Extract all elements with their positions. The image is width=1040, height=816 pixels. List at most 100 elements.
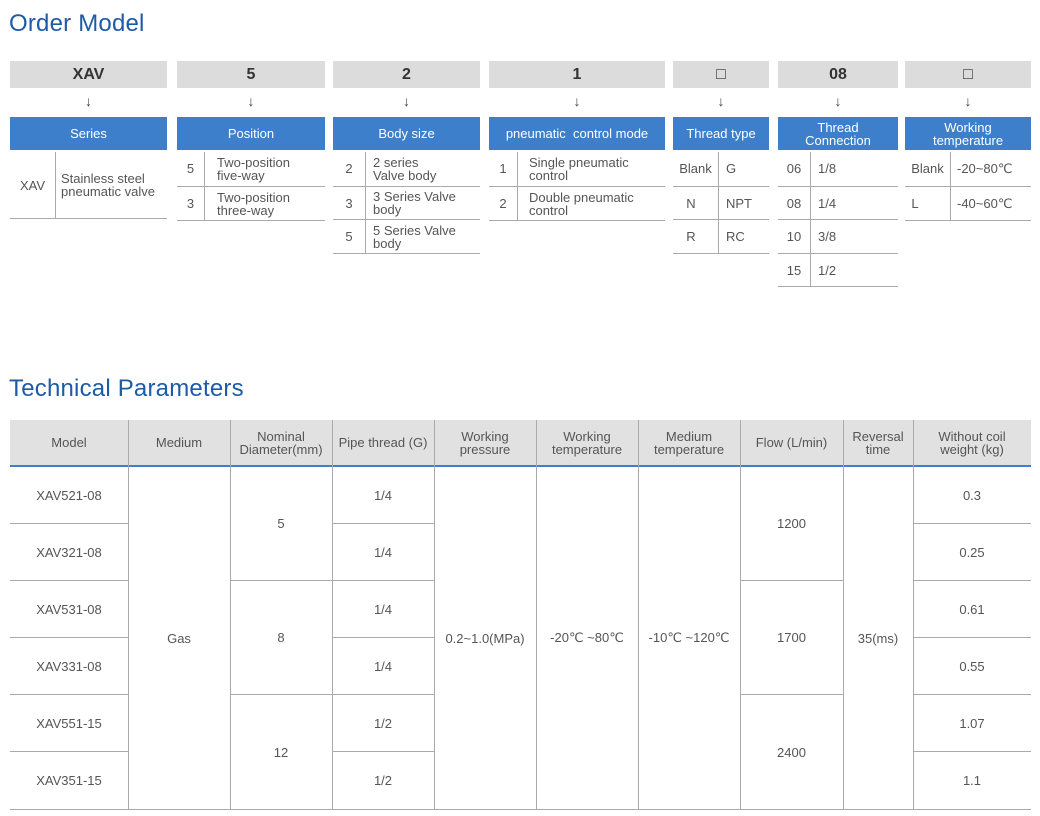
th-reversal-time: Reversal time	[852, 428, 904, 457]
code-working-temperature: □	[905, 61, 1031, 88]
thread-connection-desc: 1/4	[818, 195, 837, 211]
control-mode-desc: Double pneumatic control	[529, 189, 634, 218]
body-size-code: 3	[345, 195, 353, 211]
table-cell-flow: 1700	[777, 630, 806, 645]
table-cell-flow: 1200	[777, 516, 806, 531]
control-mode-desc: Single pneumatic control	[529, 154, 629, 183]
body-size-code: 2	[345, 161, 353, 176]
th-flow: Flow (L/min)	[755, 435, 828, 450]
th-working-pressure: Working pressure	[459, 428, 511, 457]
code-thread-connection: 08	[778, 61, 898, 88]
thread-connection-code: 15	[786, 262, 802, 278]
table-cell-medium: Gas	[167, 630, 191, 646]
order-model-title: Order Model	[9, 10, 145, 37]
divider	[333, 253, 480, 254]
code-thread-type: □	[673, 61, 769, 88]
divider	[778, 286, 898, 287]
arrow-down-icon: ↓	[247, 93, 255, 109]
table-cell-nominal-diameter: 5	[277, 516, 285, 531]
series-desc: Stainless steel pneumatic valve	[61, 171, 155, 199]
header-working-temperature: Working temperature	[905, 117, 1031, 150]
table-cell-reversal-time: 35(ms)	[857, 630, 899, 646]
position-desc: Two-position three-way	[217, 189, 290, 218]
th-model: Model	[51, 435, 87, 450]
technical-parameters-title: Technical Parameters	[9, 375, 244, 402]
table-cell-nominal-diameter: 12	[273, 744, 289, 760]
thread-connection-desc: 1/2	[818, 262, 837, 278]
th-weight: Without coil weight (kg)	[938, 428, 1006, 457]
thread-connection-desc: 1/8	[818, 161, 837, 176]
table-bottom-border	[10, 809, 1031, 810]
body-size-code: 5	[345, 229, 353, 244]
control-mode-code: 2	[499, 196, 507, 211]
th-nominal-diameter: Nominal Diameter(mm)	[239, 428, 323, 457]
divider	[673, 253, 769, 254]
working-temperature-code: L	[911, 196, 919, 211]
code-position: 5	[177, 61, 325, 88]
table-cell-pipe-thread: 1/4	[373, 544, 393, 560]
arrow-down-icon: ↓	[834, 93, 842, 109]
thread-type-desc: RC	[726, 229, 745, 244]
table-cell-weight: 0.55	[959, 658, 985, 674]
header-position: Position	[177, 117, 325, 150]
thread-connection-code: 10	[786, 229, 802, 244]
th-medium-temperature: Medium temperature	[653, 428, 725, 457]
header-thread-type: Thread type	[673, 117, 769, 150]
header-control-mode: pneumatic control mode	[489, 117, 665, 150]
table-cell-weight: 1.1	[962, 773, 982, 788]
table-cell-pipe-thread: 1/4	[373, 487, 393, 503]
th-working-temperature: Working temperature	[551, 428, 623, 457]
divider	[10, 218, 167, 219]
working-temperature-code: Blank	[911, 161, 944, 176]
code-body-size: 2	[333, 61, 480, 88]
working-temperature-desc: -20~80℃	[957, 161, 1013, 176]
body-size-desc: 3 Series Valve body	[373, 189, 456, 217]
position-code: 3	[186, 196, 195, 211]
th-medium: Medium	[155, 435, 203, 450]
table-cell-model: XAV551-15	[36, 715, 102, 731]
table-cell-weight: 1.07	[959, 715, 985, 731]
divider	[718, 152, 719, 253]
header-body-size: Body size	[333, 117, 480, 150]
header-thread-connection: Thread Connection	[778, 117, 898, 150]
thread-type-desc: G	[726, 161, 737, 176]
divider	[177, 220, 325, 221]
thread-type-code: N	[686, 195, 696, 211]
table-cell-pipe-thread: 1/2	[373, 715, 393, 731]
thread-connection-code: 06	[786, 161, 802, 176]
table-cell-model: XAV321-08	[36, 544, 102, 560]
table-cell-pipe-thread: 1/2	[373, 773, 393, 788]
divider	[905, 220, 1031, 221]
table-cell-pipe-thread: 1/4	[373, 658, 393, 674]
series-code: XAV	[19, 177, 46, 193]
code-series: XAV	[10, 61, 167, 88]
body-size-desc: 2 series Valve body	[373, 154, 437, 183]
table-cell-weight: 0.25	[959, 544, 985, 560]
table-cell-model: XAV521-08	[36, 487, 102, 503]
divider	[365, 152, 366, 253]
table-cell-weight: 0.61	[959, 601, 985, 617]
arrow-down-icon: ↓	[85, 93, 92, 109]
thread-type-code: R	[686, 229, 696, 244]
position-code: 5	[186, 161, 195, 176]
table-cell-model: XAV331-08	[36, 658, 102, 674]
table-cell-working-temperature: -20℃ ~80℃	[550, 630, 624, 645]
table-cell-model: XAV351-15	[36, 773, 102, 788]
arrow-down-icon: ↓	[403, 93, 410, 109]
table-cell-medium-temperature: -10℃ ~120℃	[648, 630, 730, 645]
table-cell-nominal-diameter: 8	[277, 630, 285, 645]
table-cell-working-pressure: 0.2~1.0(MPa)	[445, 630, 525, 646]
th-pipe-thread: Pipe thread (G)	[338, 435, 428, 450]
divider	[489, 220, 665, 221]
table-cell-model: XAV531-08	[36, 601, 102, 617]
divider	[55, 152, 56, 218]
position-desc: Two-position five-way	[217, 154, 290, 183]
arrow-down-icon: ↓	[573, 93, 581, 109]
thread-connection-code: 08	[786, 195, 802, 211]
thread-type-desc: NPT	[726, 195, 752, 211]
body-size-desc: 5 Series Valve body	[373, 222, 456, 251]
control-mode-code: 1	[499, 161, 507, 176]
arrow-down-icon: ↓	[964, 93, 972, 109]
arrow-down-icon: ↓	[717, 93, 725, 109]
table-cell-weight: 0.3	[962, 487, 982, 503]
